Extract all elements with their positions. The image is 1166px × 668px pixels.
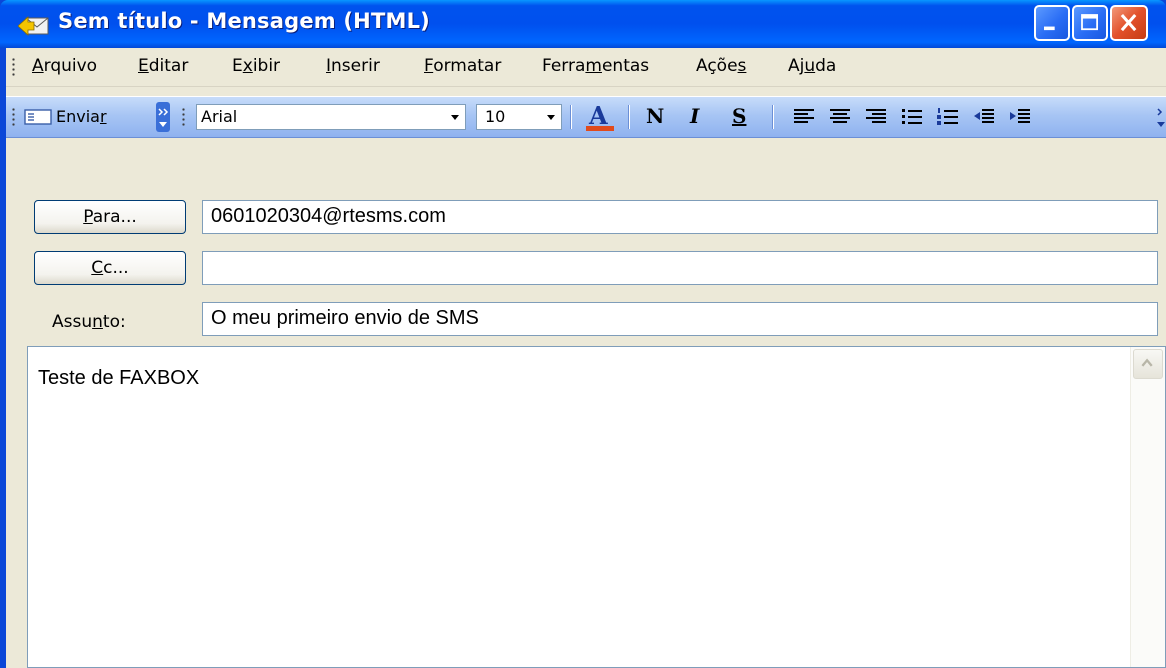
vertical-scrollbar[interactable] [1130, 347, 1165, 667]
menu-formatar[interactable]: Formatar [424, 56, 501, 76]
decrease-indent-icon[interactable] [972, 106, 996, 128]
increase-indent-icon[interactable] [1008, 106, 1032, 128]
font-size-combobox[interactable]: 10 [476, 104, 562, 130]
maximize-button[interactable] [1072, 5, 1108, 41]
font-name-dropdown-arrow-icon[interactable] [447, 108, 463, 126]
cc-button[interactable]: Cc... [34, 251, 186, 285]
align-right-icon[interactable] [864, 106, 888, 128]
close-icon [1120, 13, 1137, 32]
message-body-editor[interactable]: Teste de FAXBOX [27, 346, 1166, 668]
close-button[interactable] [1110, 5, 1148, 41]
font-name-combobox[interactable]: Arial [196, 104, 466, 130]
align-left-icon[interactable] [792, 106, 816, 128]
minimize-icon [1044, 26, 1055, 31]
window-title: Sem título - Mensagem (HTML) [58, 9, 430, 33]
toolbar-options-chevron-icon[interactable] [156, 102, 170, 132]
menu-ajuda[interactable]: Ajuda [788, 56, 836, 76]
menu-arquivo[interactable]: Arquivo [32, 56, 97, 76]
toolbar-separator [628, 105, 629, 129]
subject-label: Assunto: [52, 312, 126, 332]
send-envelope-icon [24, 109, 52, 125]
format-toolbar-grip-handle[interactable] [182, 107, 185, 127]
numbered-list-icon[interactable] [936, 106, 960, 128]
menu-inserir[interactable]: Inserir [326, 56, 380, 76]
window-client-area: Arquivo Editar Exibir Inserir Formatar F… [6, 48, 1166, 668]
svg-text:A: A [588, 101, 608, 130]
toolbar-overflow-chevron-icon[interactable] [1156, 102, 1166, 132]
toolbar-separator [570, 105, 571, 129]
menu-ferramentas[interactable]: Ferramentas [542, 56, 649, 76]
menubar-grip-handle[interactable] [12, 57, 15, 77]
menu-editar[interactable]: Editar [138, 56, 188, 76]
underline-button[interactable]: S [732, 104, 746, 128]
menu-exibir[interactable]: Exibir [232, 56, 280, 76]
font-name-value: Arial [201, 107, 238, 126]
toolbar-grip-handle[interactable] [12, 107, 15, 127]
maximize-icon [1081, 14, 1098, 31]
font-color-button[interactable]: A [580, 100, 620, 134]
minimize-button[interactable] [1034, 5, 1070, 41]
bullet-list-icon[interactable] [900, 106, 924, 128]
font-color-icon: A [586, 101, 614, 131]
to-field[interactable]: 0601020304@rtesms.com [202, 200, 1158, 234]
align-center-icon[interactable] [828, 106, 852, 128]
font-size-value: 10 [485, 107, 506, 126]
menu-acoes[interactable]: Ações [696, 56, 746, 76]
message-window: Sem título - Mensagem (HTML) Arquivo Edi… [0, 0, 1166, 668]
italic-button[interactable]: I [690, 104, 699, 128]
mail-envelope-icon [18, 16, 49, 36]
send-label: Enviar [56, 107, 107, 126]
formatting-toolbar: Enviar Arial 10 A N I S [6, 96, 1166, 138]
message-body-text: Teste de FAXBOX [38, 367, 200, 389]
menu-bar: Arquivo Editar Exibir Inserir Formatar F… [6, 48, 1166, 87]
bold-button[interactable]: N [646, 104, 664, 128]
scroll-up-button[interactable] [1133, 349, 1163, 379]
scroll-up-arrow-icon [1141, 358, 1153, 367]
title-bar[interactable]: Sem título - Mensagem (HTML) [0, 0, 1166, 48]
cc-field[interactable] [202, 251, 1158, 285]
font-size-dropdown-arrow-icon[interactable] [543, 108, 559, 126]
subject-field[interactable]: O meu primeiro envio de SMS [202, 302, 1158, 336]
toolbar-separator [772, 105, 773, 129]
to-button[interactable]: Para... [34, 200, 186, 234]
send-button[interactable]: Enviar [22, 101, 156, 133]
